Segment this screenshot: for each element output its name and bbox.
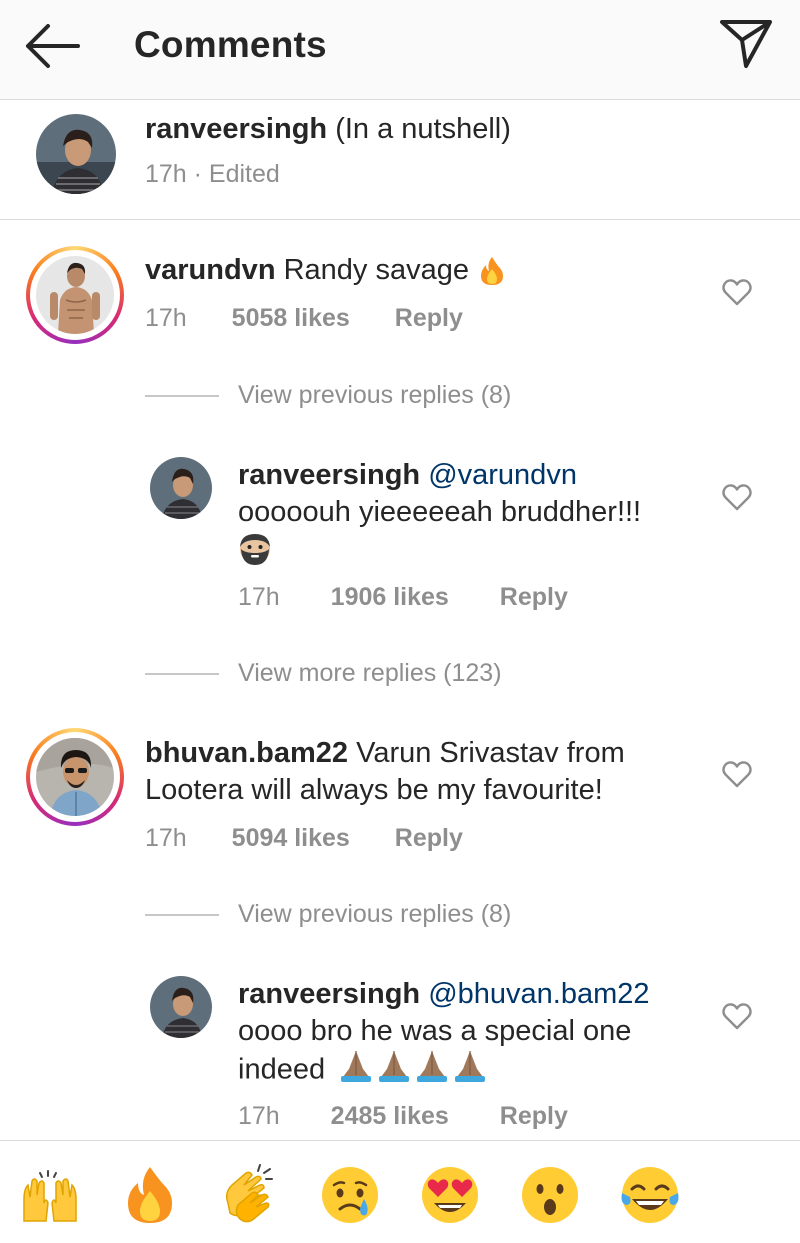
top-bar: Comments xyxy=(0,0,800,100)
view-replies-label: View previous replies (8) xyxy=(238,900,512,928)
avatar[interactable] xyxy=(36,114,116,194)
reply-button[interactable]: Reply xyxy=(395,304,463,333)
reply-text: oooo bro he was a special one xyxy=(238,1015,632,1047)
reply-time: 17h xyxy=(238,583,280,611)
reply-time: 17h xyxy=(238,1102,280,1130)
divider xyxy=(145,914,219,916)
like-count[interactable]: 2485 likes xyxy=(331,1102,449,1131)
comment-line: bhuvan.bam22 Varun Srivastav from xyxy=(145,734,625,772)
divider xyxy=(145,673,219,675)
reply-text: ooooouh yieeeeeah bruddher!!! xyxy=(238,496,642,528)
reply-line: ranveersingh @varundvn xyxy=(238,456,577,494)
divider xyxy=(145,395,219,397)
comment-text-continued: Lootera will always be my favourite! xyxy=(145,774,603,806)
comment-text: Varun Srivastav from xyxy=(356,737,625,769)
share-button[interactable] xyxy=(716,16,776,70)
clapping-hands-button[interactable] xyxy=(218,1163,282,1227)
like-count[interactable]: 5094 likes xyxy=(232,824,350,853)
like-count[interactable]: 5058 likes xyxy=(232,304,350,333)
heart-eyes-icon xyxy=(422,1167,478,1223)
surprised-face-button[interactable] xyxy=(518,1163,582,1227)
tears-of-joy-icon xyxy=(621,1167,679,1223)
comment-line: varundvn Randy savage xyxy=(145,251,507,289)
crying-face-button[interactable] xyxy=(318,1163,382,1227)
reply-text-end: indeed xyxy=(238,1053,326,1086)
emoji-quick-bar xyxy=(0,1140,800,1243)
heart-icon[interactable] xyxy=(722,1002,752,1030)
avatar[interactable] xyxy=(150,457,212,519)
view-previous-replies[interactable]: View previous replies (8) xyxy=(145,900,565,930)
bearded-face-icon xyxy=(240,534,270,565)
view-more-replies[interactable]: View more replies (123) xyxy=(145,659,565,689)
view-replies-label: View previous replies (8) xyxy=(238,381,512,409)
comment-text: Randy savage xyxy=(283,254,469,286)
post-caption: ranveersingh (In a nutshell) 17h · Edite… xyxy=(0,100,800,220)
heart-icon[interactable] xyxy=(722,760,752,788)
back-button[interactable] xyxy=(22,22,82,70)
page-title: Comments xyxy=(134,24,327,65)
reply-line: ranveersingh @bhuvan.bam22 xyxy=(238,975,650,1013)
tears-of-joy-button[interactable] xyxy=(618,1163,682,1227)
caption-meta: 17h · Edited xyxy=(145,160,280,188)
reply-button[interactable]: Reply xyxy=(395,824,463,853)
raising-hands-icon xyxy=(23,1170,77,1222)
reply-mention[interactable]: @bhuvan.bam22 xyxy=(428,978,649,1010)
back-arrow-icon xyxy=(26,24,80,68)
heart-eyes-button[interactable] xyxy=(418,1163,482,1227)
raising-hands-button[interactable] xyxy=(18,1163,82,1227)
folded-hands-group xyxy=(337,1049,489,1093)
clapping-hands-icon xyxy=(225,1164,273,1223)
comment-meta: 17h 5094 likes Reply xyxy=(145,824,463,853)
fire-icon xyxy=(481,257,504,286)
surprised-face-icon xyxy=(522,1167,578,1223)
caption-username[interactable]: ranveersingh xyxy=(145,113,327,145)
comment-time: 17h xyxy=(145,824,187,852)
view-previous-replies[interactable]: View previous replies (8) xyxy=(145,381,565,411)
reply-button[interactable]: Reply xyxy=(500,583,568,612)
folded-hands-icon xyxy=(341,1051,486,1082)
heart-icon[interactable] xyxy=(722,483,752,511)
reply-username[interactable]: ranveersingh xyxy=(238,978,420,1010)
view-more-label: View more replies (123) xyxy=(238,659,502,687)
reply-meta: 17h 1906 likes Reply xyxy=(238,583,568,612)
crying-face-icon xyxy=(322,1167,378,1223)
like-count[interactable]: 1906 likes xyxy=(331,583,449,612)
reply-mention[interactable]: @varundvn xyxy=(428,459,577,491)
comment-meta: 17h 5058 likes Reply xyxy=(145,304,463,333)
avatar[interactable] xyxy=(36,738,114,816)
avatar[interactable] xyxy=(36,256,114,334)
caption-text: (In a nutshell) xyxy=(335,113,511,145)
comment-username[interactable]: bhuvan.bam22 xyxy=(145,737,348,769)
fire-button[interactable] xyxy=(118,1163,182,1227)
heart-icon[interactable] xyxy=(722,278,752,306)
reply-text-continued: indeed xyxy=(238,1049,489,1093)
fire-icon xyxy=(128,1167,172,1223)
caption-line: ranveersingh (In a nutshell) xyxy=(145,110,511,148)
comment-time: 17h xyxy=(145,304,187,332)
comment-username[interactable]: varundvn xyxy=(145,254,276,286)
reply-meta: 17h 2485 likes Reply xyxy=(238,1102,568,1131)
reply-button[interactable]: Reply xyxy=(500,1102,568,1131)
paper-plane-icon xyxy=(720,20,772,68)
avatar[interactable] xyxy=(150,976,212,1038)
reply-username[interactable]: ranveersingh xyxy=(238,459,420,491)
